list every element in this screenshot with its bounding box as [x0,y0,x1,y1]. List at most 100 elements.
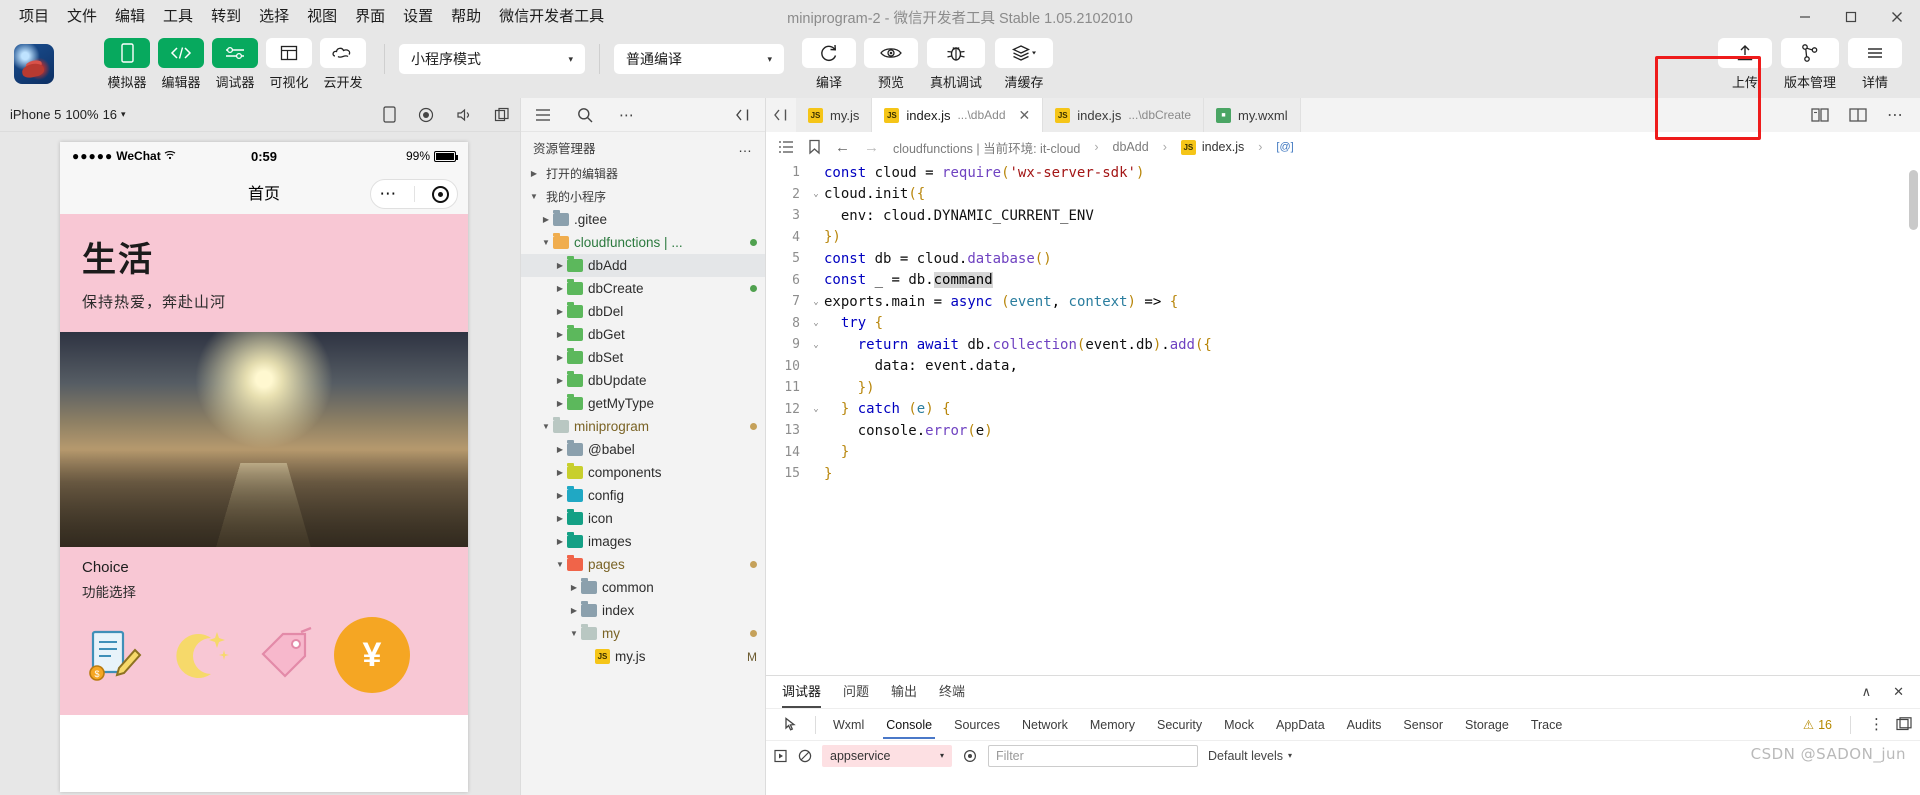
tree-item-dbCreate[interactable]: ▶ dbCreate [521,277,765,300]
menu-item-project[interactable]: 项目 [10,4,58,30]
compile-mode-select[interactable]: 小程序模式 ▾ [399,44,585,74]
debugger-button[interactable]: 调试器 [212,38,258,91]
tree-item-getMyType[interactable]: ▶ getMyType [521,392,765,415]
no-entry-icon[interactable] [798,749,812,763]
menu-item-tools[interactable]: 工具 [154,4,202,30]
split-editor-icon[interactable] [1849,107,1867,123]
version-control-button[interactable]: 版本管理 [1780,38,1840,91]
copy-icon[interactable] [494,107,510,123]
clear-cache-button[interactable]: 清缓存 [994,38,1054,91]
eye-icon[interactable] [962,749,978,763]
compile-type-select[interactable]: 普通编译 ▾ [614,44,784,74]
dock-icon[interactable] [1896,717,1912,732]
tree-section-open-editors[interactable]: ▶ 打开的编辑器 [521,162,765,185]
devtools-tab-sources[interactable]: Sources [943,712,1011,738]
more-icon[interactable]: ⋯ [1887,105,1904,125]
panel-collapse-button[interactable]: ∧ [1862,684,1872,700]
more-icon[interactable]: ⋯ [379,185,397,202]
tree-item-index[interactable]: ▶ index [521,599,765,622]
panel-tab-debugger[interactable]: 调试器 [782,681,822,708]
devtools-tab-trace[interactable]: Trace [1520,712,1574,738]
upload-button[interactable]: 上传 [1718,38,1772,91]
cloud-dev-button[interactable]: 云开发 [320,38,366,91]
menu-item-help[interactable]: 帮助 [442,4,490,30]
fold-toggle[interactable]: ⌄ [808,297,824,307]
breadcrumb-item-symbol[interactable]: [@] [1276,141,1293,153]
menu-item-interface[interactable]: 界面 [346,4,394,30]
preview-button[interactable]: 预览 [864,38,918,91]
devtools-tab-storage[interactable]: Storage [1454,712,1520,738]
close-circle-icon[interactable] [431,185,449,203]
tree-item-components[interactable]: ▶ components [521,461,765,484]
simulator-button[interactable]: 模拟器 [104,38,150,91]
tree-item-dbUpdate[interactable]: ▶ dbUpdate [521,369,765,392]
bookmark-icon[interactable] [808,139,821,155]
visual-button[interactable]: 可视化 [266,38,312,91]
panel-tab-output[interactable]: 输出 [891,681,917,704]
details-button[interactable]: 详情 [1848,38,1902,91]
capsule-button[interactable]: ⋯ [370,179,458,209]
collapse-icon[interactable] [735,108,751,122]
tree-item-dbSet[interactable]: ▶ dbSet [521,346,765,369]
breadcrumb-item-cloudfunctions[interactable]: cloudfunctions | 当前环境: it-cloud [893,138,1080,157]
menu-item-view[interactable]: 视图 [298,4,346,30]
nav-back-button[interactable]: ← [835,139,850,156]
outline-icon[interactable] [778,140,794,154]
explorer-more-icon[interactable]: … [738,139,753,155]
menu-item-select[interactable]: 选择 [250,4,298,30]
tree-item-images[interactable]: ▶ images [521,530,765,553]
more-icon[interactable]: ⋯ [619,106,635,124]
record-icon[interactable] [418,107,434,123]
moon-icon[interactable] [162,617,238,693]
console-levels-select[interactable]: Default levels ▾ [1208,749,1292,763]
tag-icon[interactable] [248,617,324,693]
tree-item-config[interactable]: ▶ config [521,484,765,507]
rotate-icon[interactable] [383,106,396,123]
fold-toggle[interactable]: ⌄ [808,318,824,328]
fold-toggle[interactable]: ⌄ [808,340,824,350]
menu-item-devtools[interactable]: 微信开发者工具 [490,4,613,30]
maximize-button[interactable] [1828,0,1874,34]
editor-tab-my-wxml[interactable]: ■ my.wxml [1204,98,1301,132]
devtools-tab-mock[interactable]: Mock [1213,712,1265,738]
menu-item-file[interactable]: 文件 [58,4,106,30]
nav-forward-button[interactable]: → [864,139,879,156]
devtools-tab-sensor[interactable]: Sensor [1392,712,1454,738]
tree-item-pages[interactable]: ▼ pages [521,553,765,576]
inspect-element-icon[interactable] [774,717,809,732]
close-button[interactable] [1874,0,1920,34]
tree-item-icon[interactable]: ▶ icon [521,507,765,530]
tree-item-my[interactable]: ▼ my [521,622,765,645]
editor-tab-index-js-dbadd[interactable]: JS index.js ...\dbAdd ✕ [872,98,1044,132]
search-icon[interactable] [577,107,593,123]
devtools-tab-wxml[interactable]: Wxml [822,712,875,738]
sound-icon[interactable] [456,108,472,122]
menu-item-goto[interactable]: 转到 [202,4,250,30]
fold-toggle[interactable]: ⌄ [808,189,824,199]
console-context-select[interactable]: appservice ▾ [822,744,952,767]
tree-item-dbAdd[interactable]: ▶ dbAdd [521,254,765,277]
remote-debug-button[interactable]: 真机调试 [926,38,986,91]
sidebar-collapse-button[interactable] [766,98,796,132]
panel-tab-terminal[interactable]: 终端 [939,681,965,704]
tree-item-common[interactable]: ▶ common [521,576,765,599]
list-icon[interactable] [535,108,551,122]
tree-item-miniprogram[interactable]: ▼ miniprogram [521,415,765,438]
devtools-tab-console[interactable]: Console [875,712,943,739]
editor-tab-index-js-dbcreate[interactable]: JS index.js ...\dbCreate [1043,98,1205,132]
editor-button[interactable]: 编辑器 [158,38,204,91]
editor-tab-my-js[interactable]: JS my.js [796,98,873,132]
split-preview-icon[interactable] [1811,107,1829,123]
devtools-tab-network[interactable]: Network [1011,712,1079,738]
editor-scrollbar-top[interactable] [1909,170,1918,230]
play-icon[interactable] [774,749,788,763]
devtools-tab-security[interactable]: Security [1146,712,1213,738]
kebab-menu-icon[interactable]: ⋮ [1869,717,1884,732]
menu-item-edit[interactable]: 编辑 [106,4,154,30]
console-filter-input[interactable]: Filter [988,744,1198,767]
tree-section-my-miniprogram[interactable]: ▼ 我的小程序 [521,185,765,208]
yuan-icon[interactable]: ¥ [334,617,410,693]
tree-item-gitee[interactable]: ▶ .gitee [521,208,765,231]
breadcrumb-item-indexjs[interactable]: JS index.js [1180,139,1244,155]
panel-tab-problems[interactable]: 问题 [843,681,869,704]
